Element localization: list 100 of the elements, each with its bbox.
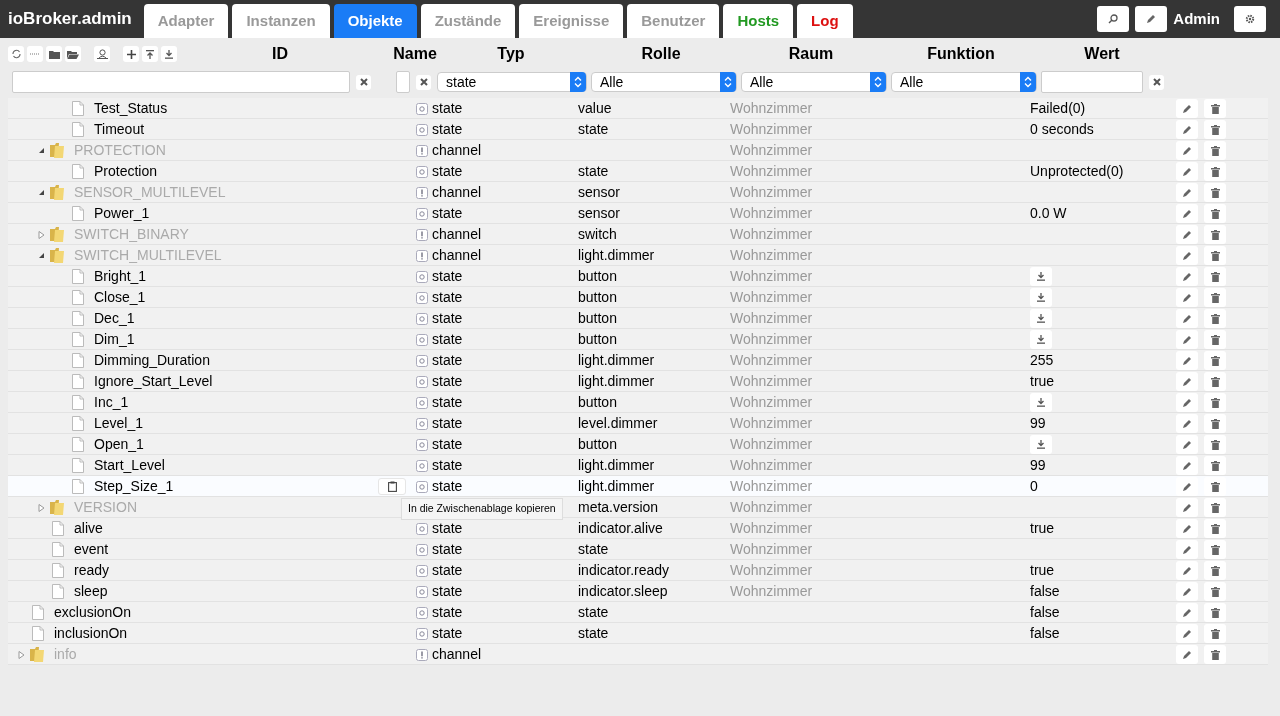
edit-button[interactable] (1176, 141, 1198, 160)
clear-button[interactable] (356, 74, 371, 90)
delete-button[interactable] (1204, 309, 1226, 328)
download-button[interactable] (1030, 393, 1052, 412)
delete-button[interactable] (1204, 225, 1226, 244)
nav-tab[interactable]: Ereignisse (519, 4, 624, 38)
collapse-toggle[interactable] (37, 147, 45, 154)
delete-button[interactable] (1204, 624, 1226, 643)
download-button[interactable] (1030, 267, 1052, 286)
delete-button[interactable] (1204, 246, 1226, 265)
expand-all-button[interactable] (65, 46, 81, 62)
delete-button[interactable] (1204, 477, 1226, 496)
object-role: indicator.sleep (578, 583, 668, 599)
settings-button[interactable] (1234, 6, 1266, 32)
nav-tab[interactable]: Benutzer (627, 4, 720, 38)
edit-button[interactable] (1176, 288, 1198, 307)
edit-button[interactable] (1176, 561, 1198, 580)
edit-button[interactable] (1176, 477, 1198, 496)
edit-button[interactable] (1176, 456, 1198, 475)
edit-button[interactable] (1176, 498, 1198, 517)
nav-tab[interactable]: Instanzen (232, 4, 330, 38)
edit-button[interactable] (1176, 309, 1198, 328)
edit-button[interactable] (1176, 162, 1198, 181)
edit-button[interactable] (1176, 267, 1198, 286)
edit-button[interactable] (1176, 330, 1198, 349)
delete-button[interactable] (1204, 519, 1226, 538)
delete-button[interactable] (1204, 120, 1226, 139)
dotted-line-button[interactable] (27, 46, 43, 62)
expand-toggle[interactable] (17, 650, 25, 659)
copy-button[interactable] (378, 478, 406, 495)
filter-select[interactable]: state (437, 72, 587, 92)
delete-button[interactable] (1204, 267, 1226, 286)
object-type: state (432, 561, 463, 580)
delete-button[interactable] (1204, 99, 1226, 118)
trash-icon (1210, 313, 1220, 324)
upload-button[interactable] (142, 46, 158, 62)
delete-button[interactable] (1204, 645, 1226, 664)
nav-tab[interactable]: Objekte (333, 4, 417, 38)
delete-button[interactable] (1204, 540, 1226, 559)
clear-button[interactable] (416, 74, 431, 90)
clear-button[interactable] (1149, 74, 1164, 90)
delete-button[interactable] (1204, 498, 1226, 517)
refresh-button[interactable] (8, 46, 24, 62)
delete-button[interactable] (1204, 435, 1226, 454)
delete-button[interactable] (1204, 582, 1226, 601)
edit-button[interactable] (1176, 372, 1198, 391)
edit-button[interactable] (1176, 582, 1198, 601)
collapse-toggle[interactable] (37, 189, 45, 196)
edit-button[interactable] (1176, 603, 1198, 622)
edit-button[interactable] (1176, 120, 1198, 139)
expand-toggle[interactable] (37, 230, 45, 239)
filter-select[interactable]: Alle (741, 72, 887, 92)
edit-button[interactable] (1176, 414, 1198, 433)
edit-button[interactable] (1176, 99, 1198, 118)
delete-button[interactable] (1204, 456, 1226, 475)
delete-button[interactable] (1204, 288, 1226, 307)
value-filter-field[interactable] (1041, 71, 1143, 93)
edit-button[interactable] (1176, 183, 1198, 202)
name-filter-field[interactable] (396, 71, 410, 93)
edit-button[interactable] (1176, 624, 1198, 643)
delete-button[interactable] (1204, 162, 1226, 181)
person-button[interactable] (94, 46, 110, 62)
edit-button[interactable] (1176, 435, 1198, 454)
delete-button[interactable] (1204, 351, 1226, 370)
delete-button[interactable] (1204, 603, 1226, 622)
delete-button[interactable] (1204, 330, 1226, 349)
edit-button[interactable] (1135, 6, 1168, 32)
edit-button[interactable] (1176, 225, 1198, 244)
download-button[interactable] (1030, 309, 1052, 328)
edit-button[interactable] (1176, 204, 1198, 223)
id-filter-field[interactable] (12, 71, 350, 93)
nav-tab[interactable]: Hosts (723, 4, 794, 38)
edit-button[interactable] (1176, 393, 1198, 412)
pencil-icon (1182, 523, 1192, 534)
add-button[interactable] (123, 46, 139, 62)
delete-button[interactable] (1204, 204, 1226, 223)
delete-button[interactable] (1204, 414, 1226, 433)
download-button[interactable] (1030, 330, 1052, 349)
download-button[interactable] (1030, 288, 1052, 307)
delete-button[interactable] (1204, 372, 1226, 391)
expand-toggle[interactable] (37, 503, 45, 512)
delete-button[interactable] (1204, 141, 1226, 160)
search-button[interactable] (1097, 6, 1130, 32)
collapse-toggle[interactable] (37, 252, 45, 259)
download-button[interactable] (1030, 435, 1052, 454)
collapse-all-button[interactable] (46, 46, 62, 62)
nav-tab[interactable]: Log (797, 4, 853, 38)
delete-button[interactable] (1204, 561, 1226, 580)
edit-button[interactable] (1176, 246, 1198, 265)
edit-button[interactable] (1176, 519, 1198, 538)
delete-button[interactable] (1204, 183, 1226, 202)
filter-select[interactable]: Alle (591, 72, 737, 92)
download-button[interactable] (161, 46, 177, 62)
nav-tab[interactable]: Zustände (420, 4, 516, 38)
delete-button[interactable] (1204, 393, 1226, 412)
nav-tab[interactable]: Adapter (143, 4, 229, 38)
edit-button[interactable] (1176, 351, 1198, 370)
edit-button[interactable] (1176, 645, 1198, 664)
edit-button[interactable] (1176, 540, 1198, 559)
filter-select[interactable]: Alle (891, 72, 1037, 92)
